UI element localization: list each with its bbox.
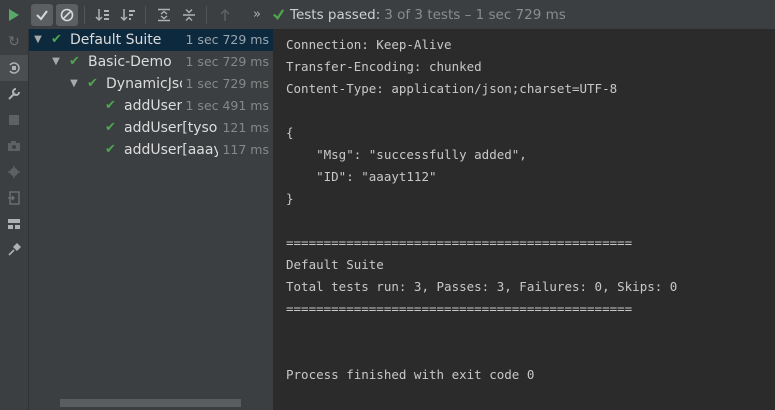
test-runner-toolbar: » Tests passed: 3 of 3 tests – 1 sec 729… [0,0,775,30]
tree-row[interactable]: ✔ addUser[tyso, 121 ms [29,117,273,139]
console-line: ========================================… [286,235,633,250]
console-line: ========================================… [286,301,633,316]
console-line: } [286,191,294,206]
console-line: Transfer-Encoding: chunked [286,59,482,74]
passed-check-icon: ✔ [51,32,62,47]
export-button[interactable] [0,185,28,211]
tree-horizontal-scrollbar[interactable] [60,399,241,407]
screenshot-button[interactable] [0,133,28,159]
camera-icon [8,141,20,151]
console-line: Process finished with exit code 0 [286,367,535,382]
test-duration: 1 sec 729 ms [181,73,269,95]
status-summary: 3 of 3 tests – 1 sec 729 ms [384,6,566,23]
show-ignored-toggle[interactable] [56,3,78,26]
console-output[interactable]: Connection: Keep-Alive Transfer-Encoding:… [274,29,775,410]
expand-arrow-icon[interactable]: ▼ [50,51,62,73]
test-tree: ▼ ✔ Default Suite 1 sec 729 ms ▼ ✔ Basic-Demo 1… [29,29,274,410]
test-duration: 117 ms [218,139,269,161]
rerun-failed-button[interactable]: ↻ [0,29,28,55]
tree-row[interactable]: ✔ addUser[aaayt 117 ms [29,139,273,161]
toolbar-divider [206,5,207,24]
console-line: "ID": "aaayt112" [286,169,437,184]
previous-failed-button[interactable] [214,4,236,26]
passed-check-icon: ✔ [105,120,116,135]
passed-check-icon: ✔ [69,54,80,69]
arrow-up-icon [220,8,230,21]
expand-arrow-icon[interactable]: ▼ [32,29,44,51]
ignored-icon [60,8,74,21]
show-passed-toggle[interactable] [31,3,53,26]
passed-check-icon [273,9,285,20]
tree-row[interactable]: ▼ ✔ Basic-Demo 1 sec 729 ms [29,51,273,73]
sort-duration-icon [120,8,135,21]
test-name: addUser[tyso, [124,120,222,136]
bug-gear-icon [8,166,20,178]
double-chevron-right-icon: » [253,7,261,22]
test-name: Basic-Demo [88,54,172,70]
sort-by-duration-button[interactable] [117,4,139,26]
tree-row[interactable]: ✔ addUser[1 sec 491 ms [29,95,273,117]
console-line: Default Suite [286,257,384,272]
expand-all-icon [158,8,170,21]
test-status: Tests passed: 3 of 3 tests – 1 sec 729 m… [272,7,566,23]
expand-all-button[interactable] [153,4,175,26]
passed-check-icon: ✔ [87,76,98,91]
auto-test-icon [9,62,20,74]
sort-alpha-icon [95,8,109,21]
tree-row[interactable]: ▼ ✔ DynamicJson 1 sec 729 ms [29,73,273,95]
test-duration: 1 sec 729 ms [181,29,269,51]
pin-icon [8,243,21,256]
passed-check-icon: ✔ [105,98,116,113]
test-name: addUser[aaayt [124,142,228,158]
side-toolbar: ↻ [0,29,29,410]
collapse-all-icon [183,8,195,21]
expand-arrow-icon[interactable]: ▼ [68,73,80,95]
pin-tab-button[interactable] [0,237,28,263]
sort-alphabetically-button[interactable] [92,4,114,26]
tree-row[interactable]: ▼ ✔ Default Suite 1 sec 729 ms [29,29,273,51]
export-icon [8,191,20,205]
layout-button[interactable] [0,211,28,237]
test-duration: 121 ms [218,117,269,139]
console-line: Connection: Keep-Alive [286,37,452,52]
test-duration: 1 sec 729 ms [181,51,269,73]
debug-settings-button[interactable] [0,159,28,185]
stop-button[interactable] [0,107,28,133]
passed-check-icon: ✔ [105,142,116,157]
settings-button[interactable] [0,81,28,107]
rerun-button[interactable] [3,4,25,26]
toolbar-divider [84,5,85,24]
more-actions-button[interactable]: » [250,4,264,26]
rerun-failed-icon: ↻ [8,34,20,50]
console-line: Content-Type: application/json;charset=U… [286,81,618,96]
toggle-auto-test-button[interactable] [0,55,28,81]
toolbar-divider [145,5,146,24]
stop-icon [9,115,19,125]
console-line: { [286,125,294,140]
console-line: "Msg": "successfully added", [286,147,527,162]
play-icon [9,8,19,21]
test-duration: 1 sec 491 ms [181,95,269,117]
console-line: Total tests run: 3, Passes: 3, Failures:… [286,279,678,294]
check-icon [36,9,48,21]
status-passed-label: Tests passed: [290,6,381,23]
collapse-all-button[interactable] [178,4,200,26]
test-name: Default Suite [70,32,162,48]
wrench-icon [8,88,20,100]
layout-icon [8,219,20,229]
test-name: addUser[ [124,98,188,114]
